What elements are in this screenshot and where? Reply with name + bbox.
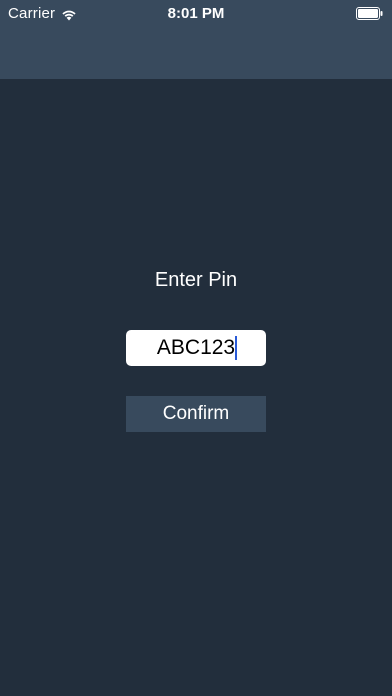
status-time: 8:01 PM	[167, 5, 225, 22]
status-bar: Carrier 8:01 PM	[0, 0, 392, 28]
enter-pin-label: Enter Pin	[154, 269, 238, 291]
pin-field-container[interactable]	[126, 330, 266, 366]
pin-input[interactable]	[126, 330, 266, 366]
text-caret	[235, 336, 237, 360]
confirm-button[interactable]: Confirm	[126, 396, 266, 432]
battery-icon	[356, 7, 383, 20]
pin-entry-screen: Enter Pin Confirm	[0, 79, 392, 696]
